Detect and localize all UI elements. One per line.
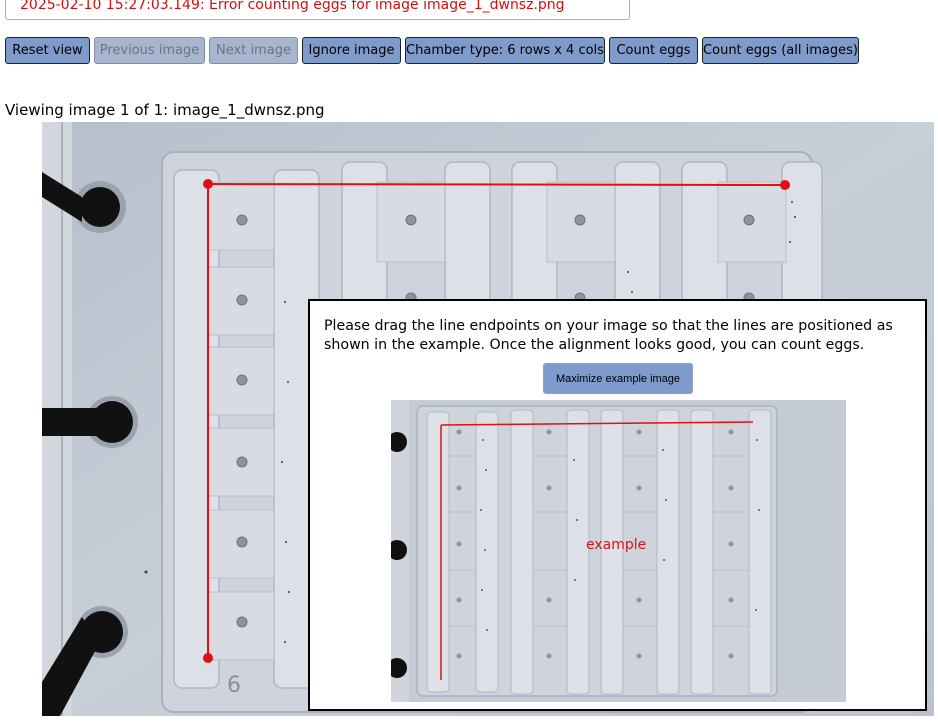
count-eggs-all-button[interactable]: Count eggs (all images) (702, 37, 859, 64)
instructions-text: Please drag the line endpoints on your i… (324, 318, 893, 353)
instruction-overlay: Please drag the line endpoints on your i… (308, 299, 927, 711)
maximize-example-button[interactable]: Maximize example image (543, 363, 693, 394)
example-image: example (391, 400, 846, 702)
chamber-type-button[interactable]: Chamber type: 6 rows x 4 cols (405, 37, 605, 64)
svg-text:6: 6 (227, 673, 241, 698)
example-label: example (586, 537, 647, 553)
previous-image-button[interactable]: Previous image (94, 37, 205, 64)
reset-view-button[interactable]: Reset view (5, 37, 90, 64)
ignore-image-button[interactable]: Ignore image (302, 37, 401, 64)
line-endpoint-handle[interactable] (780, 180, 790, 190)
viewing-status: Viewing image 1 of 1: image_1_dwnsz.png (5, 101, 325, 119)
line-endpoint-handle[interactable] (203, 653, 213, 663)
line-endpoint-handle[interactable] (203, 179, 213, 189)
error-message: 2025-02-10 15:27:03.149: Error counting … (20, 0, 565, 13)
log-box[interactable]: 2025-02-10 15:27:03.149: Error counting … (5, 0, 630, 20)
count-eggs-button[interactable]: Count eggs (609, 37, 698, 64)
next-image-button[interactable]: Next image (209, 37, 298, 64)
